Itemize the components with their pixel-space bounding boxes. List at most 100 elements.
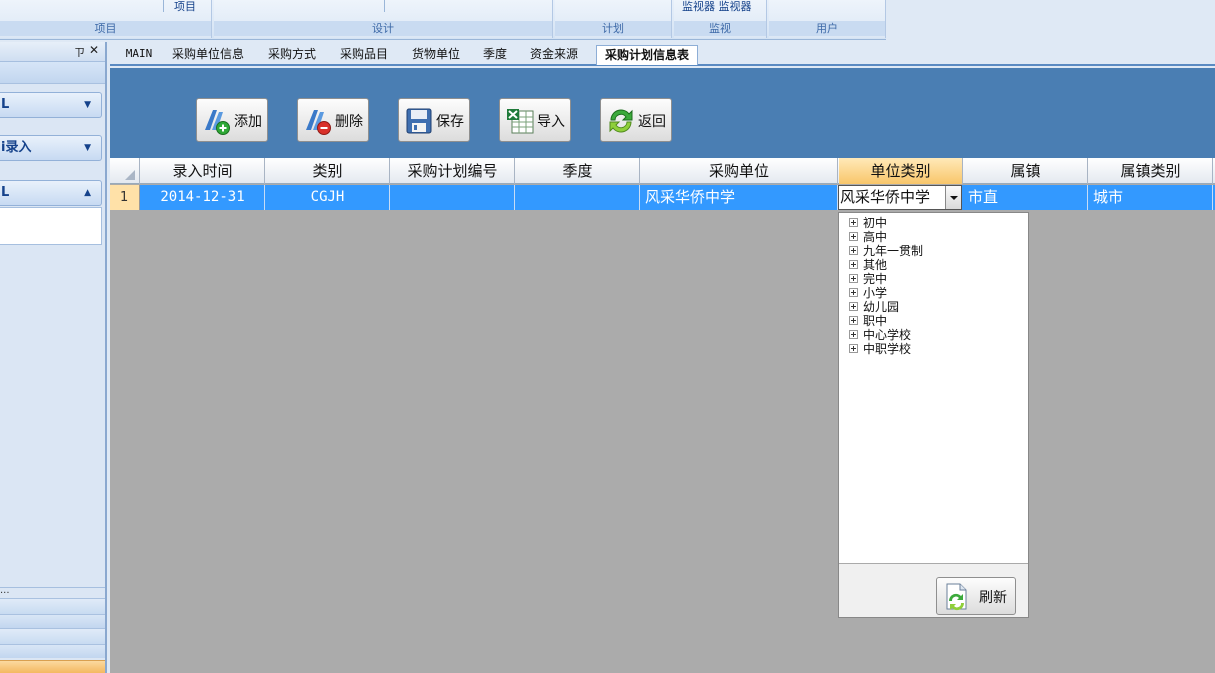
save-button[interactable]: 保存 [398,98,470,142]
col-header-unit[interactable]: 采购单位 [641,158,838,184]
delete-button[interactable]: 删除 [297,98,369,142]
expand-plus-icon[interactable] [849,344,858,353]
chevron-up-icon: ▲ [84,188,91,198]
tree-item[interactable]: 其他 [849,258,887,272]
tree-item[interactable]: 幼儿园 [849,300,899,314]
expand-plus-icon[interactable] [849,330,858,339]
tab-main[interactable]: MAIN [116,45,162,65]
expand-plus-icon[interactable] [849,232,858,241]
expand-plus-icon[interactable] [849,218,858,227]
delete-icon [306,110,331,135]
tab-goods-unit[interactable]: 货物单位 [406,45,466,65]
cell-plan-no[interactable] [391,185,515,210]
delete-button-label: 删除 [335,114,363,130]
ribbon-group-caption-plan: 计划 [555,21,671,36]
nav-button-a[interactable] [0,598,105,614]
ribbon: 项目 项目 设计 计划 监视器 监视器 监视 用户 [0,0,1215,40]
ribbon-group-caption-project: 项目 [0,21,211,36]
select-all-corner[interactable] [110,158,140,184]
tree-item[interactable]: 中心学校 [849,328,911,342]
ribbon-empty-area [886,0,1215,40]
ribbon-group-project: 项目 项目 [0,0,212,38]
tree-item[interactable]: 九年一贯制 [849,244,923,258]
refresh-button[interactable]: 刷新 [936,577,1016,615]
col-header-town-type[interactable]: 属镇类别 [1089,158,1213,184]
tab-plan-table[interactable]: 采购计划信息表 [596,45,698,65]
nav-group-1[interactable]: L ▼ [0,92,102,118]
nav-button-c[interactable] [0,628,105,644]
chevron-down-icon: ▼ [84,100,91,110]
cell-town-type[interactable]: 城市 [1089,185,1213,210]
tab-method[interactable]: 采购方式 [262,45,322,65]
ribbon-separator [384,0,385,12]
left-panel-band [0,62,105,84]
unit-type-dropdown: 初中 高中 九年一贯制 其他 完中 小学 幼儿园 职中 中心学校 中职学校 刷新 [838,212,1029,618]
unit-type-tree: 初中 高中 九年一贯制 其他 完中 小学 幼儿园 职中 中心学校 中职学校 [839,213,1028,564]
import-button-label: 导入 [537,114,565,130]
table-row[interactable]: 1 2014-12-31 CGJH 风采华侨中学 风采华侨中学 市直 城市 [110,185,1215,210]
tree-item[interactable]: 初中 [849,216,887,230]
expand-plus-icon[interactable] [849,246,858,255]
nav-group-2[interactable]: i录入 ▼ [0,135,102,161]
expand-plus-icon[interactable] [849,302,858,311]
back-button[interactable]: 返回 [600,98,672,142]
col-header-entry-time[interactable]: 录入时间 [141,158,265,184]
ribbon-group-monitor: 监视器 监视器 监视 [674,0,767,38]
nav-group-label: L [1,97,10,112]
expand-plus-icon[interactable] [849,274,858,283]
expand-plus-icon[interactable] [849,288,858,297]
tree-item[interactable]: 完中 [849,272,887,286]
expand-plus-icon[interactable] [849,316,858,325]
ribbon-separator [163,0,164,12]
col-header-unit-type[interactable]: 单位类别 [839,158,963,184]
ribbon-group-design: 设计 [214,0,553,38]
spreadsheet-icon [507,109,534,134]
tree-item-label: 职中 [863,314,888,328]
cell-town[interactable]: 市直 [964,185,1088,210]
cell-quarter[interactable] [516,185,640,210]
tree-item[interactable]: 职中 [849,314,887,328]
cell-entry-time[interactable]: 2014-12-31 [141,185,265,210]
cell-unit[interactable]: 风采华侨中学 [641,185,838,210]
tab-fund-source[interactable]: 资金来源 [524,45,584,65]
nav-button-b[interactable] [0,614,105,628]
tree-item-label: 完中 [863,272,888,286]
tree-item[interactable]: 高中 [849,230,887,244]
pin-icon[interactable]: ㄗ [74,44,85,60]
ribbon-project-button[interactable]: 项目 [174,0,196,14]
col-header-category[interactable]: 类别 [266,158,390,184]
nav-button-active[interactable] [0,660,105,673]
tree-item-label: 幼儿园 [863,300,900,314]
cell-category[interactable]: CGJH [266,185,390,210]
tree-item-label: 中职学校 [863,342,912,356]
tab-unit-info[interactable]: 采购单位信息 [166,45,250,65]
add-button[interactable]: 添加 [196,98,268,142]
expand-plus-icon[interactable] [849,260,858,269]
row-indicator[interactable]: 1 [110,185,140,210]
tree-item[interactable]: 中职学校 [849,342,911,356]
back-button-label: 返回 [638,114,666,130]
nav-group-body [0,207,102,245]
tree-item-label: 九年一贯制 [863,244,924,258]
floppy-disk-icon [406,108,432,134]
tree-item-label: 初中 [863,216,888,230]
tree-item-label: 中心学校 [863,328,912,342]
import-button[interactable]: 导入 [499,98,571,142]
ribbon-group-user: 用户 [769,0,886,38]
ribbon-group-caption-design: 设计 [214,21,552,36]
tab-items[interactable]: 采购品目 [334,45,394,65]
unit-type-combo[interactable]: 风采华侨中学 [838,185,962,210]
nav-button-d[interactable] [0,644,105,658]
col-header-plan-no[interactable]: 采购计划编号 [391,158,515,184]
col-header-quarter[interactable]: 季度 [516,158,640,184]
tab-quarter[interactable]: 季度 [478,45,512,65]
ribbon-monitor-buttons[interactable]: 监视器 监视器 [682,0,752,14]
nav-group-3[interactable]: L ▲ [0,180,102,206]
tree-item[interactable]: 小学 [849,286,887,300]
dropdown-arrow-icon[interactable] [945,186,961,209]
ribbon-group-caption-user: 用户 [769,21,885,36]
splitter-handle[interactable]: ... [0,586,105,597]
left-nav-panel: ㄗ ✕ L ▼ i录入 ▼ L ▲ ... [0,42,107,673]
close-icon[interactable]: ✕ [89,43,99,57]
col-header-town[interactable]: 属镇 [964,158,1088,184]
